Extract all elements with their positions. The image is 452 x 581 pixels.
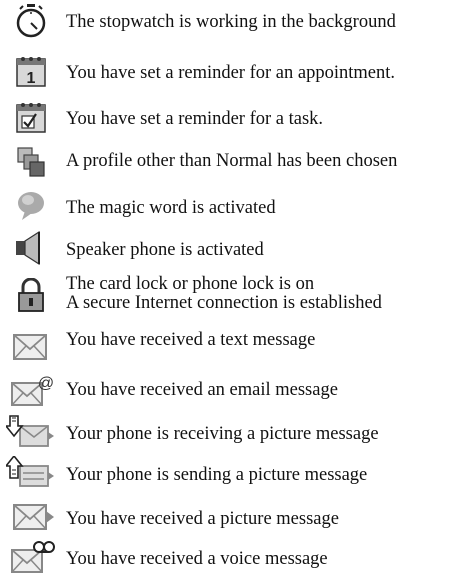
profile-icon [6, 145, 56, 179]
item-text: You have received a text message [66, 330, 316, 350]
list-item: Speaker phone is activated [0, 228, 452, 268]
list-item: The stopwatch is working in the backgrou… [0, 2, 452, 42]
email-message-icon: @ [6, 374, 56, 408]
item-text: You have set a reminder for a task. [66, 109, 324, 129]
item-text: You have received a voice message [66, 549, 328, 569]
list-item: You have set a reminder for a task. [0, 97, 452, 137]
list-item: You have received a picture message [0, 497, 452, 537]
list-item: 1 You have set a reminder for an appoint… [0, 51, 452, 91]
item-text: You have received a picture message [66, 509, 339, 529]
svg-text:1: 1 [27, 70, 36, 87]
item-text: Your phone is sending a picture message [66, 465, 368, 485]
item-text: Speaker phone is activated [66, 240, 264, 260]
calendar-appointment-icon: 1 [6, 55, 56, 89]
list-item: @ You have received an email message [0, 370, 452, 410]
picture-receiving-icon [6, 414, 56, 448]
item-text: The card lock or phone lock is on [66, 274, 315, 294]
picture-message-icon [6, 499, 56, 533]
calendar-task-icon [6, 101, 56, 135]
item-text: You have set a reminder for an appointme… [66, 63, 395, 83]
list-item: The magic word is activated [0, 186, 452, 226]
item-text: You have received an email message [66, 380, 338, 400]
stopwatch-icon [6, 4, 56, 38]
text-message-icon [6, 330, 56, 364]
item-text: A profile other than Normal has been cho… [66, 151, 398, 171]
list-item: You have received a text message [0, 326, 452, 366]
speaker-icon [6, 231, 56, 265]
item-text: The magic word is activated [66, 198, 276, 218]
list-item: The card lock or phone lock is on A secu… [0, 270, 452, 318]
list-item: A profile other than Normal has been cho… [0, 141, 452, 181]
magic-word-icon [6, 189, 56, 223]
item-text-secondary: A secure Internet connection is establis… [66, 293, 382, 313]
lock-icon [6, 278, 56, 312]
list-item: Your phone is receiving a picture messag… [0, 411, 452, 451]
list-item: You have received a voice message [0, 538, 452, 578]
picture-sending-icon [6, 456, 56, 490]
list-item: Your phone is sending a picture message [0, 452, 452, 492]
svg-text:@: @ [38, 375, 54, 392]
voice-message-icon [6, 540, 56, 574]
item-text: The stopwatch is working in the backgrou… [66, 12, 396, 32]
item-text: Your phone is receiving a picture messag… [66, 424, 379, 444]
